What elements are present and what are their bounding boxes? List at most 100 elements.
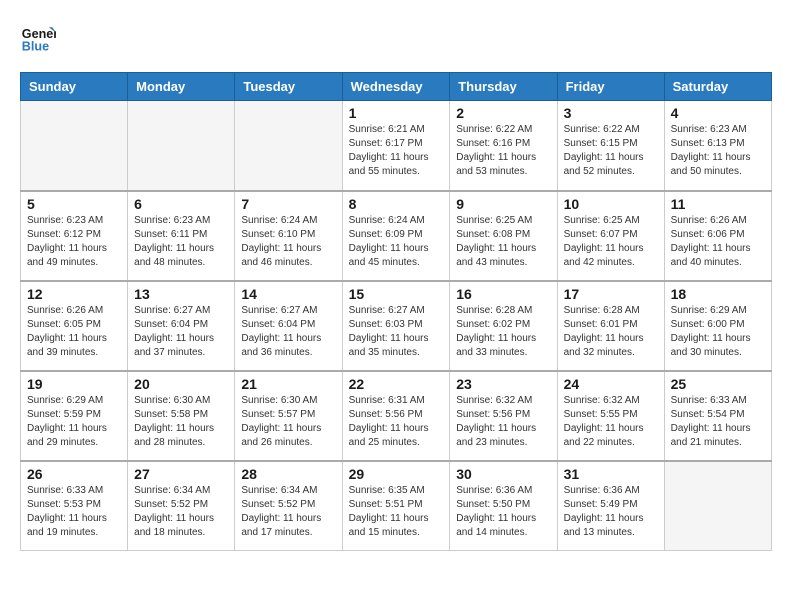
calendar-cell: 16Sunrise: 6:28 AM Sunset: 6:02 PM Dayli… [450,281,557,371]
day-number: 31 [564,466,658,482]
calendar-cell [664,461,771,551]
header-saturday: Saturday [664,73,771,101]
calendar-cell: 7 Sunrise: 6:24 AM Sunset: 6:10 PM Daylig… [235,191,342,281]
day-number: 29 [349,466,444,482]
day-info: Sunrise: 6:23 AM Sunset: 6:12 PM Dayligh… [27,214,121,270]
day-info: Sunrise: 6:22 AM Sunset: 6:16 PM Dayligh… [456,123,550,179]
day-number: 3 [564,105,658,121]
header-thursday: Thursday [450,73,557,101]
day-number: 2 [456,105,550,121]
day-info: Sunrise: 6:36 AM Sunset: 5:50 PM Dayligh… [456,484,550,540]
day-number: 26 [27,466,121,482]
day-number: 19 [27,376,121,392]
calendar-cell: 31Sunrise: 6:36 AM Sunset: 5:49 PM Dayli… [557,461,664,551]
day-number: 8 [349,196,444,212]
day-info: Sunrise: 6:29 AM Sunset: 6:00 PM Dayligh… [671,304,765,360]
day-info: Sunrise: 6:27 AM Sunset: 6:04 PM Dayligh… [134,304,228,360]
day-number: 20 [134,376,228,392]
calendar-cell: 9Sunrise: 6:25 AM Sunset: 6:08 PM Daylig… [450,191,557,281]
day-info: Sunrise: 6:24 AM Sunset: 6:09 PM Dayligh… [349,214,444,270]
calendar-cell: 17 Sunrise: 6:28 AM Sunset: 6:01 PM Dayli… [557,281,664,371]
calendar-cell [21,101,128,191]
day-number: 11 [671,196,765,212]
header-wednesday: Wednesday [342,73,450,101]
day-number: 5 [27,196,121,212]
day-info: Sunrise: 6:27 AM Sunset: 6:04 PM Dayligh… [241,304,335,360]
day-info: Sunrise: 6:25 AM Sunset: 6:07 PM Dayligh… [564,214,658,270]
day-number: 25 [671,376,765,392]
day-number: 23 [456,376,550,392]
calendar-cell: 21 Sunrise: 6:30 AM Sunset: 5:57 PM Dayli… [235,371,342,461]
calendar-table: SundayMondayTuesdayWednesdayThursdayFrid… [20,72,772,551]
day-info: Sunrise: 6:24 AM Sunset: 6:10 PM Dayligh… [241,214,335,270]
calendar-cell: 5 Sunrise: 6:23 AM Sunset: 6:12 PM Daylig… [21,191,128,281]
day-number: 1 [349,105,444,121]
calendar-cell: 28 Sunrise: 6:34 AM Sunset: 5:52 PM Dayli… [235,461,342,551]
day-number: 21 [241,376,335,392]
day-number: 17 [564,286,658,302]
calendar-week-1: 1 Sunrise: 6:21 AM Sunset: 6:17 PM Daylig… [21,101,772,191]
day-info: Sunrise: 6:32 AM Sunset: 5:56 PM Dayligh… [456,394,550,450]
day-info: Sunrise: 6:30 AM Sunset: 5:57 PM Dayligh… [241,394,335,450]
logo: General Blue [20,20,62,56]
day-number: 28 [241,466,335,482]
calendar-cell: 14 Sunrise: 6:27 AM Sunset: 6:04 PM Dayli… [235,281,342,371]
calendar-cell: 8 Sunrise: 6:24 AM Sunset: 6:09 PM Daylig… [342,191,450,281]
day-info: Sunrise: 6:32 AM Sunset: 5:55 PM Dayligh… [564,394,658,450]
calendar-cell: 29 Sunrise: 6:35 AM Sunset: 5:51 PM Dayli… [342,461,450,551]
calendar-week-2: 5 Sunrise: 6:23 AM Sunset: 6:12 PM Daylig… [21,191,772,281]
day-info: Sunrise: 6:23 AM Sunset: 6:11 PM Dayligh… [134,214,228,270]
page-header: General Blue [20,20,772,56]
day-info: Sunrise: 6:22 AM Sunset: 6:15 PM Dayligh… [564,123,658,179]
calendar-week-4: 19 Sunrise: 6:29 AM Sunset: 5:59 PM Dayli… [21,371,772,461]
day-number: 10 [564,196,658,212]
calendar-cell: 19 Sunrise: 6:29 AM Sunset: 5:59 PM Dayli… [21,371,128,461]
day-info: Sunrise: 6:34 AM Sunset: 5:52 PM Dayligh… [134,484,228,540]
calendar-cell: 23 Sunrise: 6:32 AM Sunset: 5:56 PM Dayli… [450,371,557,461]
calendar-cell: 22Sunrise: 6:31 AM Sunset: 5:56 PM Dayli… [342,371,450,461]
day-number: 18 [671,286,765,302]
day-info: Sunrise: 6:34 AM Sunset: 5:52 PM Dayligh… [241,484,335,540]
day-number: 4 [671,105,765,121]
calendar-cell: 24 Sunrise: 6:32 AM Sunset: 5:55 PM Dayli… [557,371,664,461]
day-info: Sunrise: 6:25 AM Sunset: 6:08 PM Dayligh… [456,214,550,270]
calendar-cell: 4Sunrise: 6:23 AM Sunset: 6:13 PM Daylig… [664,101,771,191]
day-info: Sunrise: 6:30 AM Sunset: 5:58 PM Dayligh… [134,394,228,450]
calendar-header-row: SundayMondayTuesdayWednesdayThursdayFrid… [21,73,772,101]
day-number: 15 [349,286,444,302]
header-sunday: Sunday [21,73,128,101]
calendar-cell [128,101,235,191]
calendar-cell: 6 Sunrise: 6:23 AM Sunset: 6:11 PM Daylig… [128,191,235,281]
day-number: 24 [564,376,658,392]
logo-icon: General Blue [20,20,56,56]
day-info: Sunrise: 6:26 AM Sunset: 6:05 PM Dayligh… [27,304,121,360]
day-number: 7 [241,196,335,212]
day-info: Sunrise: 6:33 AM Sunset: 5:54 PM Dayligh… [671,394,765,450]
calendar-cell: 1 Sunrise: 6:21 AM Sunset: 6:17 PM Daylig… [342,101,450,191]
header-friday: Friday [557,73,664,101]
calendar-week-5: 26 Sunrise: 6:33 AM Sunset: 5:53 PM Dayli… [21,461,772,551]
day-info: Sunrise: 6:28 AM Sunset: 6:02 PM Dayligh… [456,304,550,360]
day-number: 6 [134,196,228,212]
calendar-cell: 18 Sunrise: 6:29 AM Sunset: 6:00 PM Dayli… [664,281,771,371]
day-info: Sunrise: 6:29 AM Sunset: 5:59 PM Dayligh… [27,394,121,450]
calendar-cell: 10 Sunrise: 6:25 AM Sunset: 6:07 PM Dayli… [557,191,664,281]
day-number: 12 [27,286,121,302]
day-info: Sunrise: 6:21 AM Sunset: 6:17 PM Dayligh… [349,123,444,179]
calendar-cell: 11Sunrise: 6:26 AM Sunset: 6:06 PM Dayli… [664,191,771,281]
day-info: Sunrise: 6:31 AM Sunset: 5:56 PM Dayligh… [349,394,444,450]
calendar-cell: 13 Sunrise: 6:27 AM Sunset: 6:04 PM Dayli… [128,281,235,371]
calendar-cell: 12 Sunrise: 6:26 AM Sunset: 6:05 PM Dayli… [21,281,128,371]
day-info: Sunrise: 6:33 AM Sunset: 5:53 PM Dayligh… [27,484,121,540]
day-number: 14 [241,286,335,302]
day-info: Sunrise: 6:27 AM Sunset: 6:03 PM Dayligh… [349,304,444,360]
day-number: 13 [134,286,228,302]
day-info: Sunrise: 6:28 AM Sunset: 6:01 PM Dayligh… [564,304,658,360]
calendar-cell: 26 Sunrise: 6:33 AM Sunset: 5:53 PM Dayli… [21,461,128,551]
day-info: Sunrise: 6:35 AM Sunset: 5:51 PM Dayligh… [349,484,444,540]
svg-text:Blue: Blue [22,40,49,54]
calendar-cell: 15 Sunrise: 6:27 AM Sunset: 6:03 PM Dayli… [342,281,450,371]
calendar-cell [235,101,342,191]
day-number: 27 [134,466,228,482]
day-number: 30 [456,466,550,482]
